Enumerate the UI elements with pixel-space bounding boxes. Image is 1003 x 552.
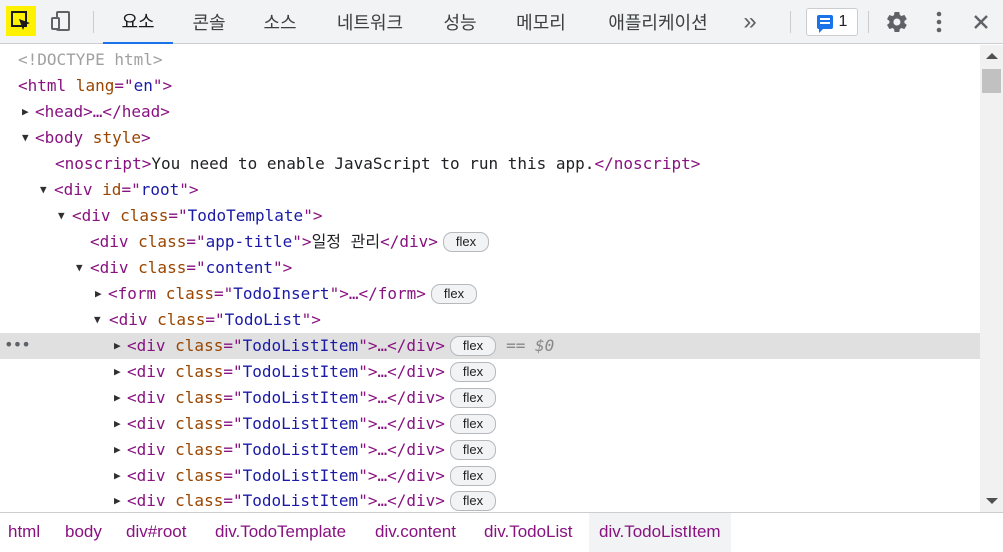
breadcrumb-body[interactable]: body <box>55 513 112 552</box>
expand-triangle-icon[interactable]: ▶ <box>22 99 35 125</box>
tree-node-todolistitem[interactable]: ▶ <div class="TodoListItem">…</div> flex <box>0 463 980 489</box>
breadcrumb-div-todotemplate[interactable]: div.TodoTemplate <box>205 513 356 552</box>
expand-triangle-icon[interactable]: ▶ <box>95 281 108 307</box>
flex-badge[interactable]: flex <box>442 231 490 252</box>
expand-triangle-icon[interactable]: ▶ <box>114 437 127 463</box>
devtools-toolbar: 요소 콘솔 소스 네트워크 성능 메모리 애플리케이션 » 1 <box>0 0 1003 44</box>
breadcrumb-div-todolist[interactable]: div.TodoList <box>474 513 583 552</box>
collapse-triangle-icon[interactable]: ▼ <box>22 125 35 151</box>
tree-node-html[interactable]: <html lang="en"> <box>0 73 980 99</box>
flex-badge[interactable]: flex <box>449 465 497 486</box>
gear-icon <box>887 11 907 33</box>
tree-node-body[interactable]: ▼ <body style> <box>0 125 980 151</box>
close-devtools-button[interactable] <box>966 8 996 36</box>
tree-node-todolistitem[interactable]: ▶ <div class="TodoListItem">…</div> flex <box>0 385 980 411</box>
tree-scrollbar[interactable] <box>980 45 1003 512</box>
collapse-triangle-icon[interactable]: ▼ <box>94 307 109 333</box>
customize-menu-button[interactable] <box>926 8 952 36</box>
tree-node-noscript[interactable]: <noscript>You need to enable JavaScript … <box>0 151 980 177</box>
flex-badge[interactable]: flex <box>449 335 497 356</box>
expand-triangle-icon[interactable]: ▶ <box>114 411 127 437</box>
flex-badge[interactable]: flex <box>449 439 497 460</box>
more-dots-icon[interactable]: ••• <box>4 332 31 358</box>
issues-count: 1 <box>838 13 848 30</box>
toolbar-divider <box>790 11 791 33</box>
tree-node-todolistitem[interactable]: ▶ <div class="TodoListItem">…</div> flex <box>0 411 980 437</box>
tree-node-head[interactable]: ▶ <head>…</head> <box>0 99 980 125</box>
issues-button[interactable]: 1 <box>806 8 858 36</box>
tree-node-div-todolist[interactable]: ▼ <div class="TodoList"> <box>0 307 980 333</box>
scrollbar-thumb[interactable] <box>982 69 1001 93</box>
tab-console[interactable]: 콘솔 <box>175 0 243 44</box>
flex-badge[interactable]: flex <box>449 387 497 408</box>
toolbar-divider <box>93 11 94 33</box>
tab-application[interactable]: 애플리케이션 <box>592 0 724 44</box>
selected-node-marker: == $0 <box>506 336 555 355</box>
tree-node-todolistitem[interactable]: ▶ <div class="TodoListItem">…</div> flex <box>0 359 980 385</box>
collapse-triangle-icon[interactable]: ▼ <box>40 177 54 203</box>
tab-memory[interactable]: 메모리 <box>500 0 582 44</box>
tab-performance[interactable]: 성능 <box>426 0 494 44</box>
tree-node-todolistitem-selected[interactable]: ••• ▶ <div class="TodoListItem">…</div> fl… <box>0 333 980 359</box>
tree-node-doctype[interactable]: <!DOCTYPE html> <box>0 47 980 73</box>
tab-network[interactable]: 네트워크 <box>320 0 420 44</box>
collapse-triangle-icon[interactable]: ▼ <box>76 255 90 281</box>
expand-triangle-icon[interactable]: ▶ <box>114 359 127 385</box>
dom-tree: <!DOCTYPE html> <html lang="en"> ▶ <head>… <box>0 45 980 512</box>
toolbar-divider <box>868 11 869 33</box>
tree-node-div-app-title[interactable]: <div class="app-title">일정 관리</div> flex <box>0 229 980 255</box>
collapse-triangle-icon[interactable]: ▼ <box>58 203 72 229</box>
expand-triangle-icon[interactable]: ▶ <box>114 333 127 359</box>
tree-node-form-todoinsert[interactable]: ▶ <form class="TodoInsert">…</form> flex <box>0 281 980 307</box>
scroll-up-arrow-icon[interactable] <box>986 53 998 59</box>
expand-triangle-icon[interactable]: ▶ <box>114 488 127 512</box>
breadcrumb-div-root[interactable]: div#root <box>116 513 196 552</box>
close-icon <box>974 15 988 29</box>
inspect-cursor-icon <box>11 11 30 30</box>
tab-elements[interactable]: 요소 <box>103 0 173 44</box>
flex-badge[interactable]: flex <box>449 361 497 382</box>
more-tabs-button[interactable]: » <box>733 8 767 36</box>
issues-message-icon <box>816 15 833 33</box>
expand-triangle-icon[interactable]: ▶ <box>114 385 127 411</box>
flex-badge[interactable]: flex <box>430 283 478 304</box>
scroll-down-arrow-icon[interactable] <box>986 498 998 504</box>
kebab-menu-icon <box>936 11 942 33</box>
tab-sources[interactable]: 소스 <box>246 0 314 44</box>
settings-button[interactable] <box>882 8 912 36</box>
tree-node-todolistitem[interactable]: ▶ <div class="TodoListItem">…</div> flex <box>0 488 980 512</box>
tree-node-todolistitem[interactable]: ▶ <div class="TodoListItem">…</div> flex <box>0 437 980 463</box>
flex-badge[interactable]: flex <box>449 413 497 434</box>
tree-node-div-content[interactable]: ▼ <div class="content"> <box>0 255 980 281</box>
tree-node-div-todotemplate[interactable]: ▼ <div class="TodoTemplate"> <box>0 203 980 229</box>
breadcrumb-html[interactable]: html <box>0 513 50 552</box>
breadcrumb-div-todolistitem[interactable]: div.TodoListItem <box>589 513 731 552</box>
breadcrumb: html body div#root div.TodoTemplate div.… <box>0 512 1003 552</box>
device-mode-icon <box>51 11 70 31</box>
expand-triangle-icon[interactable]: ▶ <box>114 463 127 489</box>
device-toolbar-button[interactable] <box>46 6 76 36</box>
inspect-element-button[interactable] <box>6 6 36 36</box>
flex-badge[interactable]: flex <box>449 490 497 511</box>
breadcrumb-div-content[interactable]: div.content <box>365 513 466 552</box>
double-chevron-icon: » <box>743 8 757 35</box>
tree-node-div-root[interactable]: ▼ <div id="root"> <box>0 177 980 203</box>
